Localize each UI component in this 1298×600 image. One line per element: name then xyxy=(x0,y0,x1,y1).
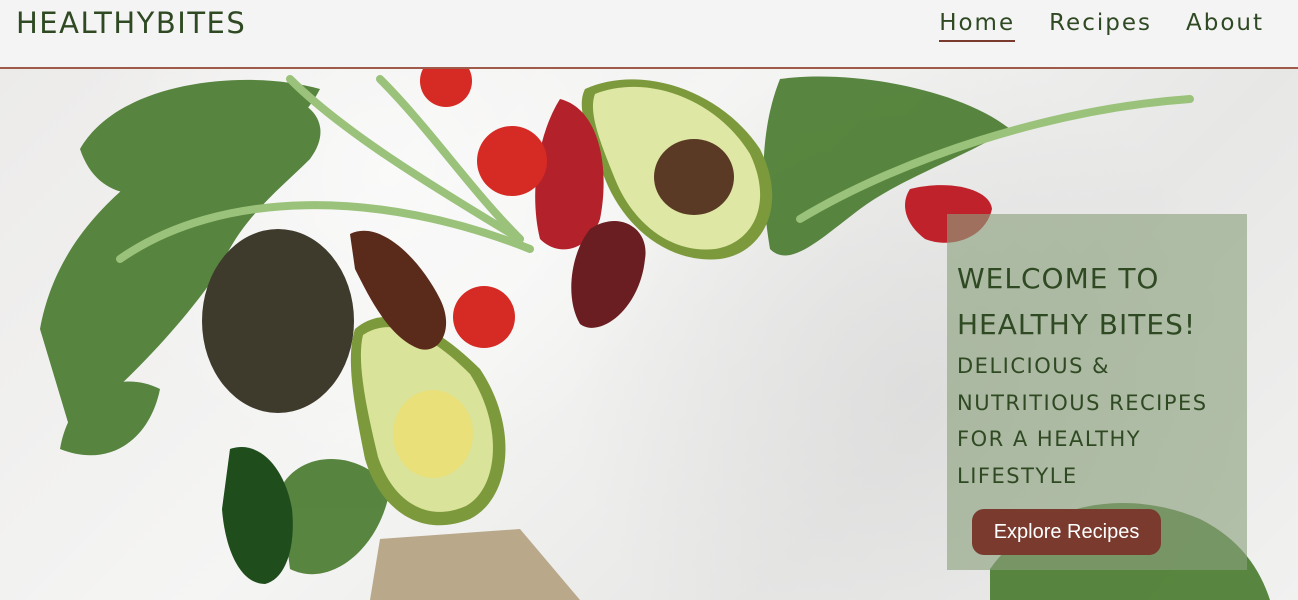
nav-home[interactable]: Home xyxy=(939,10,1016,42)
explore-recipes-button[interactable]: Explore Recipes xyxy=(972,509,1161,555)
site-header: HEALTHYBITES Home Recipes About xyxy=(0,0,1298,69)
welcome-subtitle: DELICIOUS & NUTRITIOUS RECIPES FOR A HEA… xyxy=(957,354,1208,488)
hero-section: WELCOME TO HEALTHY BITES! DELICIOUS & NU… xyxy=(0,69,1298,600)
main-nav: Home Recipes About xyxy=(939,10,1264,42)
site-logo[interactable]: HEALTHYBITES xyxy=(16,6,246,40)
nav-about[interactable]: About xyxy=(1186,10,1264,42)
welcome-title: WELCOME TO HEALTHY BITES! xyxy=(957,262,1197,341)
nav-recipes[interactable]: Recipes xyxy=(1049,10,1152,42)
welcome-panel: WELCOME TO HEALTHY BITES! DELICIOUS & NU… xyxy=(947,214,1247,570)
